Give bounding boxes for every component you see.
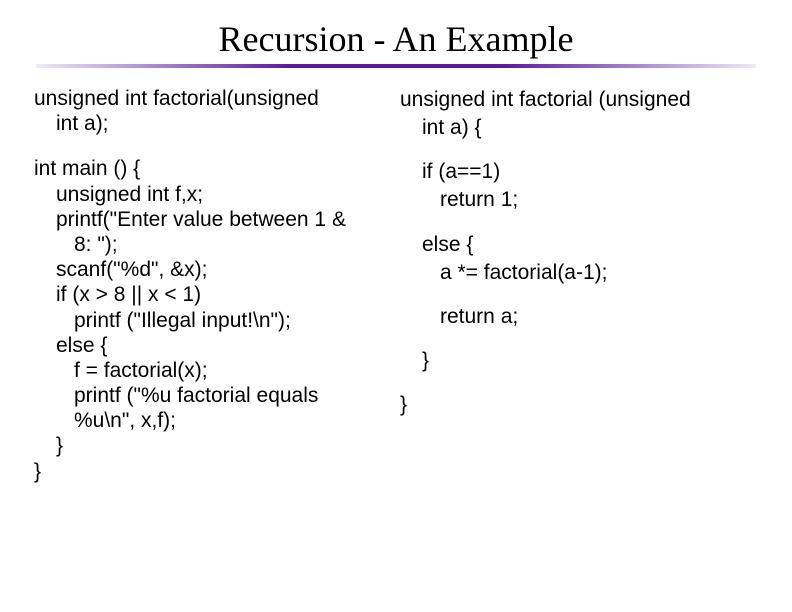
code-line: if (a==1) [400, 158, 758, 186]
code-block-prototype: unsigned int factorial(unsigned int a); [34, 86, 374, 136]
title-divider [36, 64, 756, 68]
code-line: unsigned int f,x; [34, 182, 374, 207]
code-line: f = factorial(x); [34, 358, 374, 383]
code-line: int a) { [400, 114, 758, 142]
left-column: unsigned int factorial(unsigned int a); … [34, 86, 374, 504]
code-line: a *= factorial(a-1); [400, 259, 758, 287]
code-line: } [34, 433, 374, 458]
code-line: 8: "); [34, 232, 374, 257]
code-line: printf("Enter value between 1 & [34, 207, 374, 232]
code-line: else { [400, 231, 758, 259]
code-line: unsigned int factorial (unsigned [400, 86, 758, 114]
code-line: if (x > 8 || x < 1) [34, 282, 374, 307]
code-line: scanf("%d", &x); [34, 257, 374, 282]
code-line: } [34, 459, 374, 484]
code-block-func-sig: unsigned int factorial (unsigned int a) … [400, 86, 758, 142]
code-line: int main () { [34, 156, 374, 181]
code-line: printf ("Illegal input!\n"); [34, 308, 374, 333]
code-line: } [400, 391, 758, 419]
slide-title: Recursion - An Example [34, 18, 758, 60]
code-line: unsigned int factorial(unsigned [34, 86, 374, 111]
slide: Recursion - An Example unsigned int fact… [0, 0, 792, 612]
code-line: return a; [400, 303, 758, 331]
right-column: unsigned int factorial (unsigned int a) … [400, 86, 758, 504]
code-block-main: int main () { unsigned int f,x; printf("… [34, 156, 374, 483]
code-line: return 1; [400, 186, 758, 214]
code-line: } [400, 347, 758, 375]
content-columns: unsigned int factorial(unsigned int a); … [34, 86, 758, 504]
code-line: else { [34, 333, 374, 358]
code-line: %u\n", x,f); [34, 408, 374, 433]
code-line: printf ("%u factorial equals [34, 383, 374, 408]
code-line: int a); [34, 111, 374, 136]
